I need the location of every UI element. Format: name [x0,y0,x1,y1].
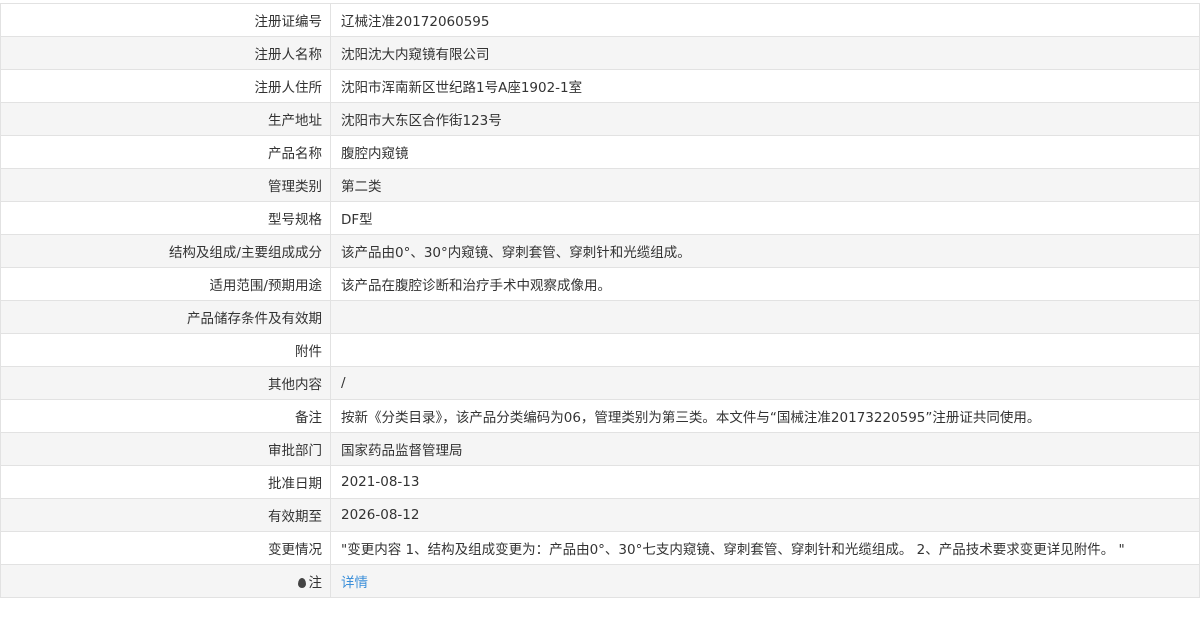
row-label: 产品名称 [0,135,331,169]
row-value: 2026-08-12 [330,498,1200,532]
table-row: 注册人名称 沈阳沈大内窥镜有限公司 [0,36,1200,70]
table-row: 适用范围/预期用途 该产品在腹腔诊断和治疗手术中观察成像用。 [0,267,1200,301]
row-label: 管理类别 [0,168,331,202]
row-value: 国家药品监督管理局 [330,432,1200,466]
row-value: 沈阳沈大内窥镜有限公司 [330,36,1200,70]
table-row: 审批部门 国家药品监督管理局 [0,432,1200,466]
row-value: 2021-08-13 [330,465,1200,499]
row-label: 产品储存条件及有效期 [0,300,331,334]
row-label: 有效期至 [0,498,331,532]
map-pin-icon [297,578,306,588]
row-value: 该产品由0°、30°内窥镜、穿刺套管、穿刺针和光缆组成。 [330,234,1200,268]
row-label: 注册人名称 [0,36,331,70]
table-row: 变更情况 "变更内容 1、结构及组成变更为：产品由0°、30°七支内窥镜、穿刺套管… [0,531,1200,565]
row-value: 沈阳市浑南新区世纪路1号A座1902-1室 [330,69,1200,103]
row-value: / [330,366,1200,400]
table-row: 生产地址 沈阳市大东区合作街123号 [0,102,1200,136]
row-value: "变更内容 1、结构及组成变更为：产品由0°、30°七支内窥镜、穿刺套管、穿刺针… [330,531,1200,565]
row-label: 审批部门 [0,432,331,466]
row-value: 第二类 [330,168,1200,202]
row-value: DF型 [330,201,1200,235]
row-label: 注册人住所 [0,69,331,103]
row-label: 附件 [0,333,331,367]
table-row: 批准日期 2021-08-13 [0,465,1200,499]
table-row: 有效期至 2026-08-12 [0,498,1200,532]
row-value: 辽械注准20172060595 [330,3,1200,37]
table-row: 注册人住所 沈阳市浑南新区世纪路1号A座1902-1室 [0,69,1200,103]
row-value: 该产品在腹腔诊断和治疗手术中观察成像用。 [330,267,1200,301]
table-row: 型号规格 DF型 [0,201,1200,235]
row-label: 注册证编号 [0,3,331,37]
table-row: 产品名称 腹腔内窥镜 [0,135,1200,169]
row-value [330,333,1200,367]
row-label: 批准日期 [0,465,331,499]
table-row: 其他内容 / [0,366,1200,400]
row-label: 变更情况 [0,531,331,565]
table-row: 注册证编号 辽械注准20172060595 [0,3,1200,37]
table-row: 备注 按新《分类目录》，该产品分类编码为06，管理类别为第三类。本文件与“国械注准… [0,399,1200,433]
table-row: 结构及组成/主要组成成分 该产品由0°、30°内窥镜、穿刺套管、穿刺针和光缆组成。 [0,234,1200,268]
table-row: 管理类别 第二类 [0,168,1200,202]
row-value: 腹腔内窥镜 [330,135,1200,169]
row-label: 生产地址 [0,102,331,136]
row-label: 注 [0,564,331,598]
row-label: 型号规格 [0,201,331,235]
row-label: 备注 [0,399,331,433]
row-label: 其他内容 [0,366,331,400]
table-row: 附件 [0,333,1200,367]
row-value: 按新《分类目录》，该产品分类编码为06，管理类别为第三类。本文件与“国械注准20… [330,399,1200,433]
row-label: 结构及组成/主要组成成分 [0,234,331,268]
registration-detail-table: 注册证编号 辽械注准20172060595 注册人名称 沈阳沈大内窥镜有限公司 注册人住… [0,3,1200,598]
details-link[interactable]: 详情 [341,575,368,591]
table-row: 产品储存条件及有效期 [0,300,1200,334]
row-value [330,300,1200,334]
row-value: 详情 [330,564,1200,598]
row-label: 适用范围/预期用途 [0,267,331,301]
table-row-note: 注 详情 [0,564,1200,598]
row-value: 沈阳市大东区合作街123号 [330,102,1200,136]
